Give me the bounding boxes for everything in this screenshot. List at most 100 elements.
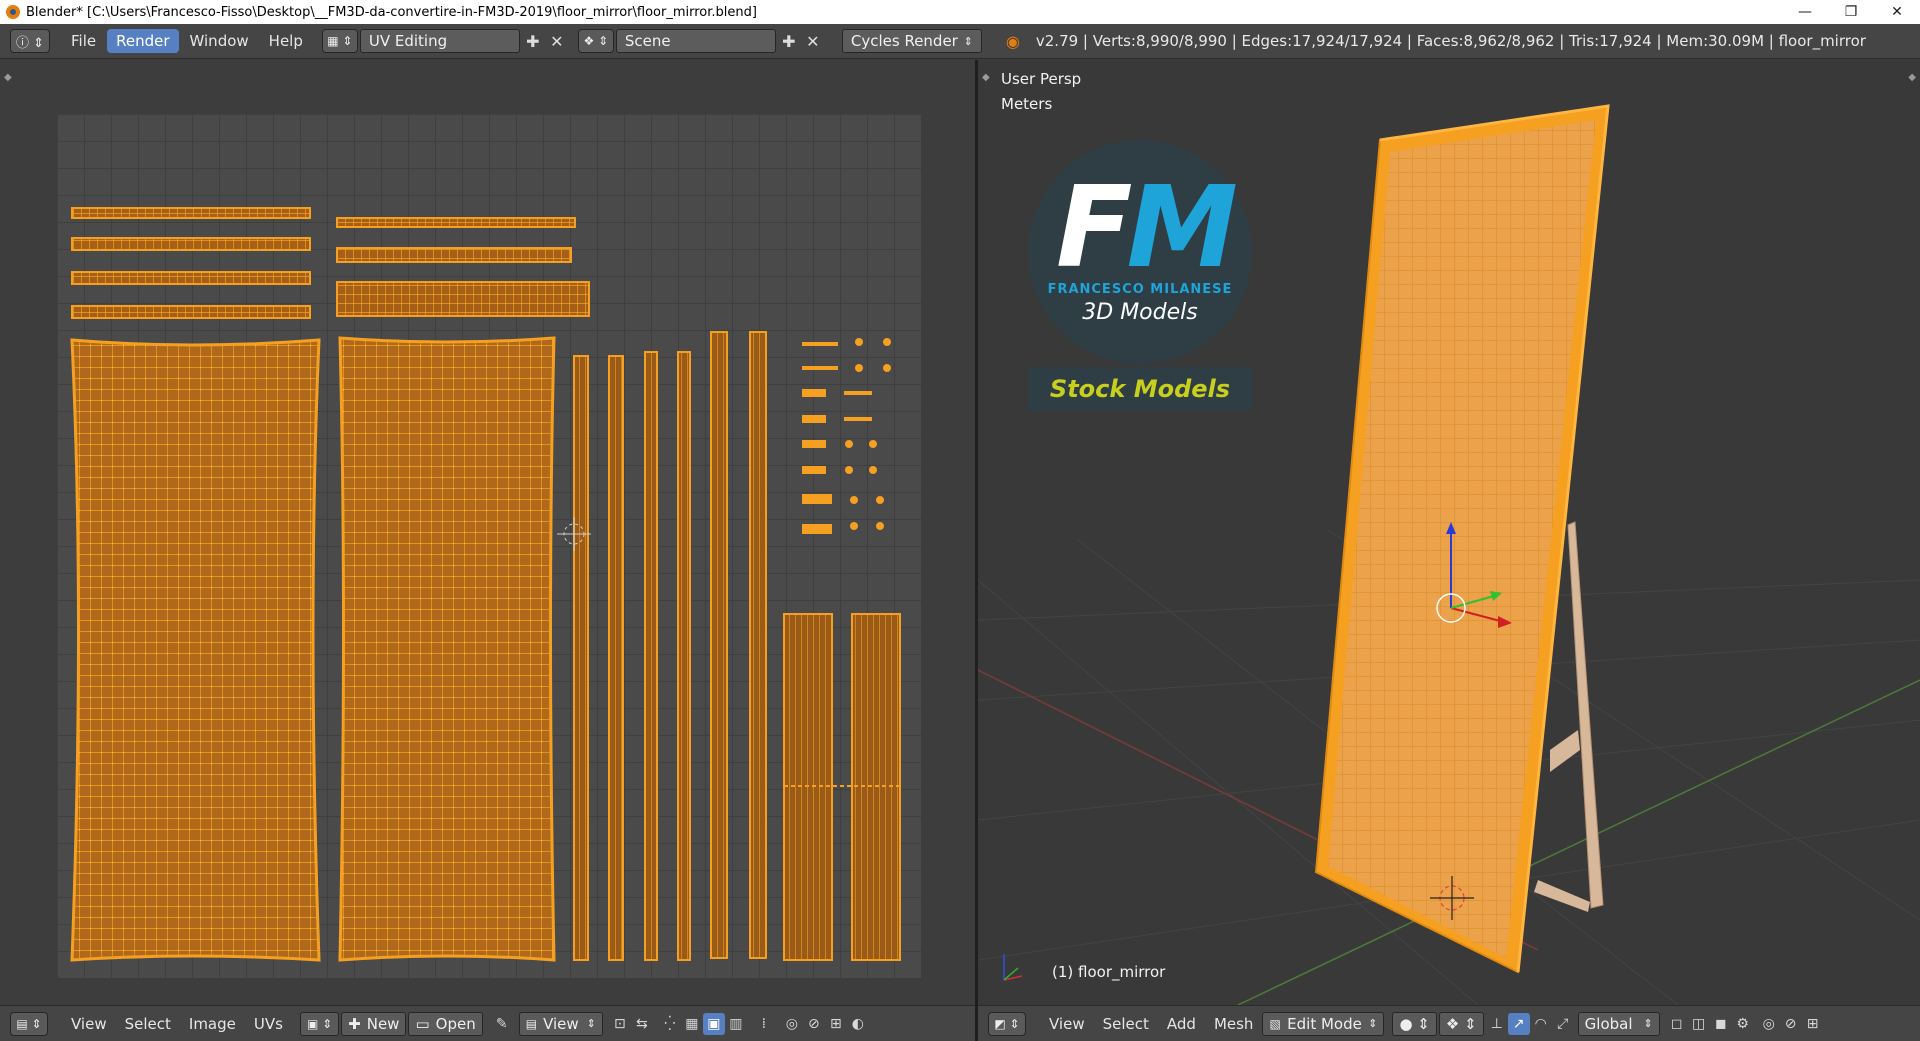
properties-expand-icon[interactable]: ◆ — [1908, 72, 1916, 83]
uv-island — [677, 351, 691, 961]
pivot-point-select[interactable]: ❖ ⇕ — [1438, 1011, 1484, 1036]
editor-type-info-button[interactable]: ⓘ ⇕ — [10, 29, 50, 53]
uv-editor-header: ▤ ⇕ View Select Image UVs ▣ ⇕ ✚ New ▭ Op… — [0, 1005, 975, 1041]
uv-menu-select[interactable]: Select — [116, 1012, 180, 1036]
units-label: Meters — [1001, 95, 1053, 113]
occlude-geometry-icon[interactable]: ⚙ — [1732, 1013, 1754, 1035]
scene-browse-button[interactable]: ❖ ⇕ — [577, 29, 614, 53]
uv-view-mode-select[interactable]: ▤ View ⇕ — [518, 1011, 603, 1036]
3d-viewport[interactable]: User Persp Meters ◆ ◆ FM FRANCESCO MILAN… — [978, 60, 1920, 1005]
uv-grid-canvas[interactable] — [57, 114, 921, 978]
interaction-mode-label: Edit Mode — [1287, 1014, 1362, 1033]
rotate-manipulator-icon[interactable]: ◠ — [1530, 1013, 1552, 1035]
info-icon: ⓘ ⇕ — [15, 35, 45, 51]
snap-element-icon[interactable]: ⊞ — [825, 1013, 847, 1035]
blender-logo-icon — [6, 5, 20, 19]
viewport-editor-type-button[interactable]: ◩ ⇕ — [988, 1011, 1026, 1036]
menu-file[interactable]: File — [62, 29, 105, 53]
face-mode-icon[interactable]: ◼ — [1710, 1013, 1732, 1035]
snap-icon[interactable]: ⊘ — [803, 1013, 825, 1035]
add-layout-icon[interactable]: ✚ — [522, 30, 544, 52]
edge-select-icon[interactable]: ▦ — [681, 1013, 703, 1035]
vp-menu-add[interactable]: Add — [1158, 1012, 1205, 1036]
menu-window[interactable]: Window — [181, 29, 258, 53]
new-image-button[interactable]: ✚ New — [341, 1011, 407, 1036]
snap-element-icon[interactable]: ⊞ — [1802, 1013, 1824, 1035]
image-editor-icon: ▤ ⇕ — [16, 1016, 42, 1031]
manipulator-toggle-icon[interactable]: ⊥ — [1486, 1013, 1508, 1035]
cube-icon: ◩ ⇕ — [994, 1016, 1020, 1031]
proportional-edit-icon[interactable]: ◎ — [781, 1013, 803, 1035]
sync-selection-icon[interactable]: ⇆ — [631, 1013, 653, 1035]
transform-orientation-select[interactable]: Global ⇕ — [1577, 1011, 1660, 1036]
uv-island — [336, 247, 572, 263]
interaction-mode-select[interactable]: ▧ Edit Mode ⇕ — [1262, 1011, 1385, 1036]
snap-icon[interactable]: ⊘ — [1780, 1013, 1802, 1035]
close-button[interactable]: ✕ — [1874, 0, 1920, 24]
window-titlebar: Blender* [C:\Users\Francesco-Fisso\Deskt… — [0, 0, 1920, 24]
menu-help[interactable]: Help — [260, 29, 312, 53]
remove-scene-icon[interactable]: ✕ — [802, 30, 824, 52]
pin-icon[interactable]: ✎ — [491, 1013, 513, 1035]
proportional-edit-icon[interactable]: ◎ — [1758, 1013, 1780, 1035]
uv-image-editor[interactable]: ◆ — [0, 60, 975, 1005]
main-menu: File Render Window Help — [62, 29, 314, 53]
folder-icon: ▭ — [415, 1014, 430, 1033]
minimize-button[interactable]: — — [1782, 0, 1828, 24]
stand-leg — [1567, 521, 1604, 909]
sticky-select-icon[interactable]: ⁞ — [753, 1013, 775, 1035]
chevron-updown-icon: ⇕ — [1643, 1017, 1653, 1030]
vertex-mode-icon[interactable]: ◻ — [1666, 1013, 1688, 1035]
scale-manipulator-icon[interactable]: ⤢ — [1552, 1013, 1574, 1035]
edge-mode-icon[interactable]: ◫ — [1688, 1013, 1710, 1035]
stand-rail — [1534, 880, 1590, 912]
uv-island — [70, 338, 321, 962]
uv-island — [336, 217, 576, 228]
chevron-updown-icon: ⇕ — [1368, 1017, 1378, 1030]
uv-menu-uvs[interactable]: UVs — [245, 1012, 292, 1036]
axis-gizmo — [1003, 954, 1023, 981]
island-select-icon[interactable]: ▥ — [725, 1013, 747, 1035]
stand-rail — [1550, 730, 1580, 772]
uv-island — [71, 237, 311, 251]
uv-island — [608, 355, 624, 961]
pivot-icon[interactable]: ⊡ — [609, 1013, 631, 1035]
restore-button[interactable]: ❐ — [1828, 0, 1874, 24]
screen-layout-browse-button[interactable]: ▦ ⇕ — [321, 29, 358, 53]
render-engine-select[interactable]: Cycles Render ⇕ — [841, 29, 982, 53]
vp-menu-mesh[interactable]: Mesh — [1205, 1012, 1263, 1036]
region-expand-icon[interactable]: ◆ — [4, 72, 12, 83]
render-slot-icon[interactable]: ◐ — [847, 1013, 869, 1035]
uv-island — [338, 336, 556, 962]
open-image-button[interactable]: ▭ Open — [408, 1011, 483, 1036]
uv-island — [749, 331, 767, 959]
translate-manipulator-icon[interactable]: ↗ — [1507, 1012, 1530, 1035]
fm-logo-f: F — [1056, 163, 1132, 293]
vertex-select-icon[interactable]: ⁛ — [659, 1013, 681, 1035]
viewport-header: ◩ ⇕ View Select Add Mesh ▧ Edit Mode ⇕ ●… — [978, 1005, 1920, 1041]
fm-logo-subtitle: 3D Models — [1082, 300, 1198, 325]
screen-layout-field[interactable]: UV Editing — [359, 29, 520, 53]
uv-menu-image[interactable]: Image — [180, 1012, 245, 1036]
active-object-label: (1) floor_mirror — [1052, 963, 1166, 981]
uv-small-islands — [802, 338, 891, 534]
add-scene-icon[interactable]: ✚ — [778, 30, 800, 52]
remove-layout-icon[interactable]: ✕ — [546, 30, 568, 52]
menu-render[interactable]: Render — [107, 29, 179, 53]
tool-shelf-expand-icon[interactable]: ◆ — [982, 72, 990, 83]
fm-logo-letters: FM — [1056, 172, 1238, 284]
new-image-label: New — [366, 1014, 400, 1033]
image-browse-button[interactable]: ▣ ⇕ — [299, 1011, 340, 1036]
pivot-point-icon: ❖ ⇕ — [1445, 1014, 1477, 1033]
window-title: Blender* [C:\Users\Francesco-Fisso\Deskt… — [26, 4, 757, 20]
uv-island — [71, 207, 311, 219]
editor-type-button[interactable]: ▤ ⇕ — [10, 1011, 48, 1036]
info-header: ⓘ ⇕ File Render Window Help ▦ ⇕ UV Editi… — [0, 24, 1920, 59]
vp-menu-view[interactable]: View — [1040, 1012, 1094, 1036]
face-select-icon[interactable]: ▣ — [702, 1012, 725, 1035]
scene-field[interactable]: Scene — [615, 29, 776, 53]
viewport-shading-select[interactable]: ● ⇕ — [1392, 1011, 1437, 1036]
uv-menu-view[interactable]: View — [62, 1012, 116, 1036]
uv-island — [71, 271, 311, 285]
vp-menu-select[interactable]: Select — [1094, 1012, 1158, 1036]
